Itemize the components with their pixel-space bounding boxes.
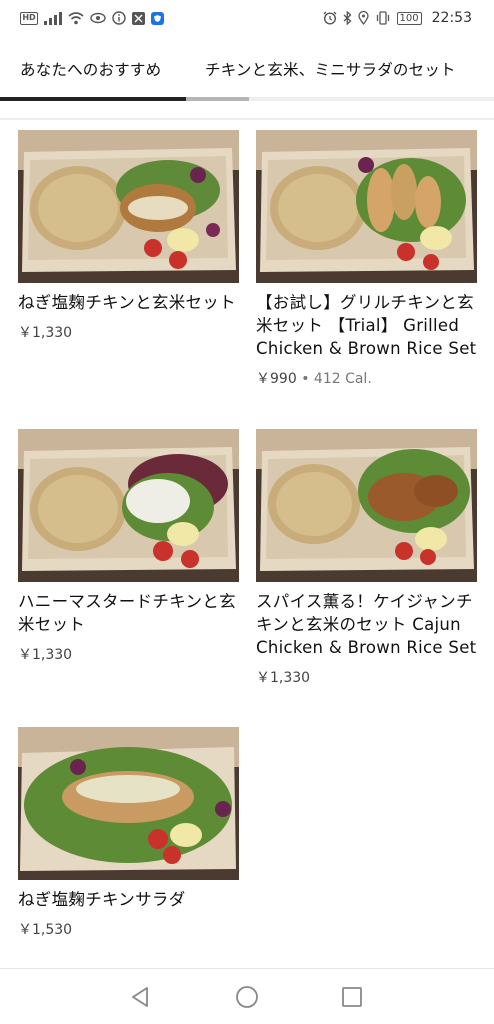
bluetooth-icon: [343, 11, 352, 25]
menu-item-card[interactable]: スパイス薫る！ケイジャンチキンと玄米のセット Cajun Chicken & B…: [256, 429, 477, 687]
menu-item-meta: ￥990 • 412 Cal.: [256, 368, 477, 388]
tab-chicken-rice-salad-set[interactable]: チキンと玄米、ミニサラダのセット: [205, 58, 456, 80]
menu-item-price: ￥1,330: [256, 670, 311, 686]
menu-item-card[interactable]: ハニーマスタードチキンと玄米セット ￥1,330: [18, 429, 239, 664]
tab-recommended[interactable]: あなたへのおすすめ: [20, 58, 161, 80]
category-tabs: あなたへのおすすめ チキンと玄米、ミニサラダのセット: [0, 36, 494, 100]
menu-item-meta: ￥1,530: [18, 919, 239, 939]
back-triangle-icon[interactable]: [129, 985, 153, 1009]
menu-item-price: ￥1,330: [18, 325, 73, 341]
alarm-icon: [323, 11, 337, 25]
menu-item-photo: [256, 429, 477, 582]
tab-active-indicator: [0, 97, 186, 101]
status-right: 100 22:53: [323, 10, 472, 26]
hd-icon: HD: [20, 11, 38, 25]
menu-item-card[interactable]: ねぎ塩麹チキンサラダ ￥1,530: [18, 727, 239, 939]
info-icon: [112, 11, 126, 25]
menu-item-card[interactable]: 【お試し】グリルチキンと玄米セット 【Trial】 Grilled Chicke…: [256, 130, 477, 388]
menu-item-price: ￥990: [256, 371, 297, 387]
location-icon: [357, 11, 369, 25]
menu-item-photo: [18, 130, 239, 283]
menu-item-price: ￥1,330: [18, 647, 73, 663]
menu-item-name: ねぎ塩麹チキンサラダ: [18, 890, 186, 909]
tab-scroll-indicator: [186, 97, 249, 101]
section-divider: [0, 118, 494, 120]
menu-item-photo: [18, 727, 239, 880]
menu-item-meta: ￥1,330: [18, 322, 239, 342]
meta-separator: •: [301, 371, 310, 387]
app-icon: [132, 11, 145, 25]
recent-square-icon[interactable]: [340, 985, 364, 1009]
menu-item-name: ハニーマスタードチキンと玄米セット: [18, 592, 236, 634]
shield-app-icon: [151, 11, 164, 25]
menu-item-meta: ￥1,330: [256, 667, 477, 687]
menu-item-photo: [256, 130, 477, 283]
status-bar: HD 100 22:53: [0, 0, 494, 36]
home-circle-icon[interactable]: [235, 985, 259, 1009]
battery-icon: 100: [396, 11, 422, 25]
wifi-icon: [68, 11, 84, 25]
menu-item-name: スパイス薫る！ケイジャンチキンと玄米のセット Cajun Chicken & B…: [256, 592, 477, 657]
menu-item-price: ￥1,530: [18, 922, 73, 938]
eye-icon: [90, 12, 106, 24]
menu-item-name: ねぎ塩麹チキンと玄米セット: [18, 293, 236, 312]
menu-item-name: 【お試し】グリルチキンと玄米セット 【Trial】 Grilled Chicke…: [256, 293, 477, 358]
system-nav-bar: [0, 968, 494, 1024]
menu-item-meta: ￥1,330: [18, 644, 239, 664]
signal-icon: [44, 11, 62, 25]
status-left: HD: [20, 11, 164, 25]
menu-item-card[interactable]: ねぎ塩麹チキンと玄米セット ￥1,330: [18, 130, 239, 342]
menu-item-photo: [18, 429, 239, 582]
clock-time: 22:53: [431, 10, 472, 26]
vibrate-icon: [375, 11, 391, 25]
menu-item-calories: 412 Cal.: [313, 371, 372, 387]
